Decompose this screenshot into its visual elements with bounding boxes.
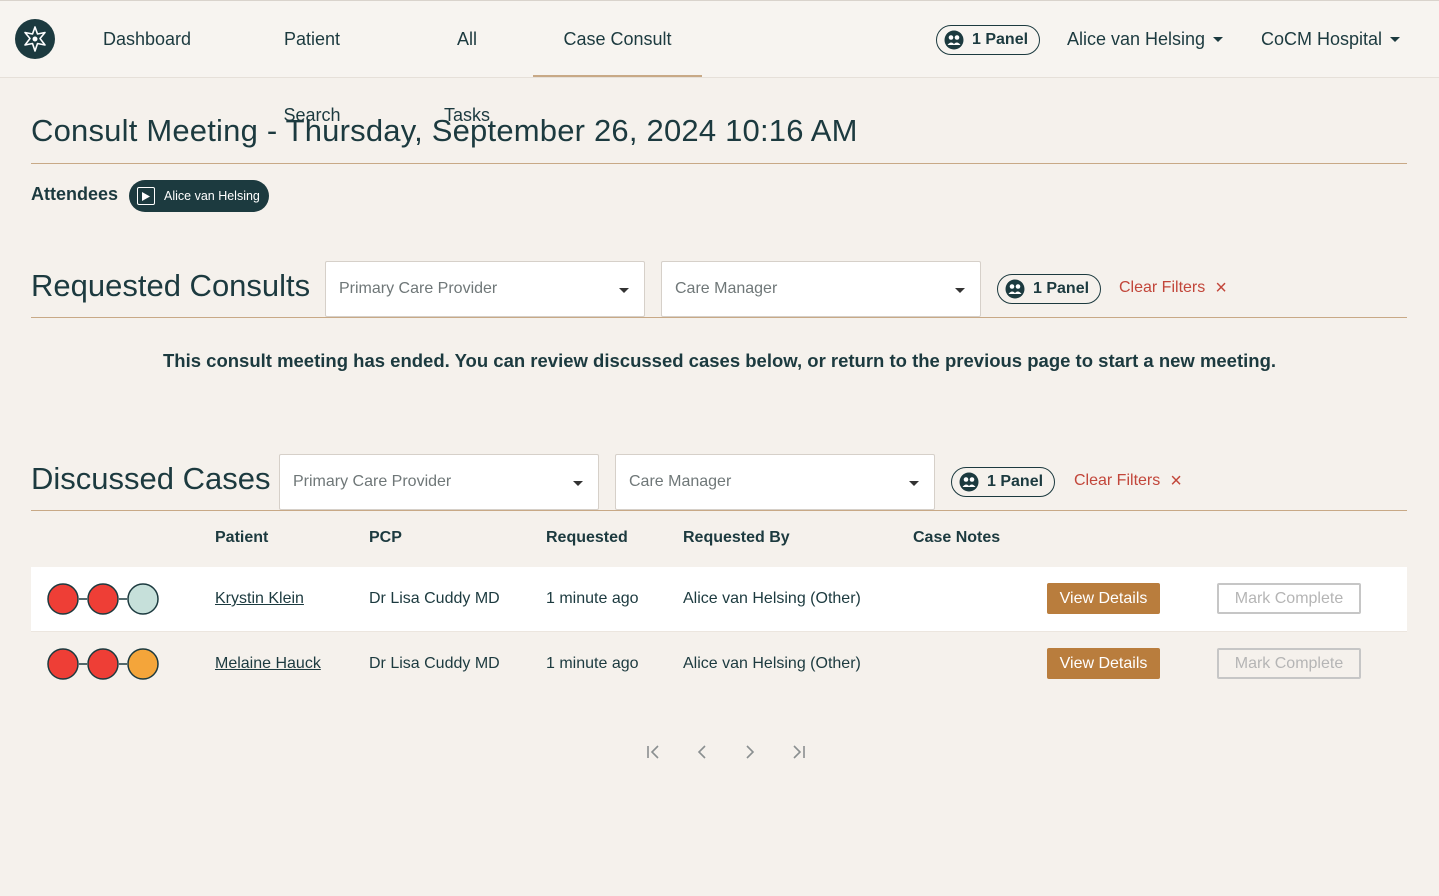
- requested-clear-filters-button[interactable]: Clear Filters ×: [1119, 277, 1227, 299]
- column-header-patient[interactable]: Patient: [215, 529, 268, 547]
- requested-time: 1 minute ago: [546, 655, 639, 672]
- requested-care-manager-select[interactable]: Care Manager: [661, 261, 981, 317]
- nav-all-tasks[interactable]: All Tasks: [433, 1, 501, 125]
- requested-by: Alice van Helsing (Other): [683, 590, 861, 607]
- view-details-button[interactable]: View Details: [1047, 648, 1160, 679]
- chevron-down-icon: [573, 481, 583, 486]
- clear-filters-label: Clear Filters: [1074, 472, 1161, 489]
- title-divider: [31, 163, 1407, 164]
- pagination: [630, 738, 822, 766]
- close-icon: ×: [1215, 277, 1227, 299]
- last-page-button[interactable]: [774, 738, 822, 766]
- top-navigation-bar: Dashboard Patient Search All Tasks Case …: [0, 0, 1439, 125]
- discussed-pcp-select[interactable]: Primary Care Provider: [279, 454, 599, 510]
- panel-selector-button[interactable]: 1 Panel: [936, 25, 1041, 55]
- next-page-button[interactable]: [726, 738, 774, 766]
- discussed-care-manager-select[interactable]: Care Manager: [615, 454, 935, 510]
- nav-case-consult[interactable]: Case Consult: [533, 1, 702, 77]
- chevron-down-icon: [619, 288, 629, 293]
- discussed-panel-label: 1 Panel: [987, 473, 1044, 490]
- meeting-ended-message: This consult meeting has ended. You can …: [162, 350, 1277, 371]
- clear-filters-label: Clear Filters: [1119, 279, 1206, 296]
- page-title: Consult Meeting - Thursday, September 26…: [31, 113, 858, 148]
- chevron-down-icon: [1390, 36, 1401, 42]
- nav-patient-search[interactable]: Patient Search: [255, 1, 369, 125]
- pcp-name: Dr Lisa Cuddy MD: [369, 590, 500, 607]
- discussed-cases-title: Discussed Cases: [31, 461, 271, 496]
- requested-care-manager-placeholder: Care Manager: [675, 280, 778, 297]
- people-group-icon: [1005, 279, 1025, 299]
- requested-pcp-select[interactable]: Primary Care Provider: [325, 261, 645, 317]
- attendee-chip[interactable]: Alice van Helsing: [129, 180, 269, 212]
- close-icon: ×: [1170, 470, 1182, 492]
- first-page-button[interactable]: [630, 738, 678, 766]
- organization-name: CoCM Hospital: [1261, 29, 1383, 49]
- chevron-right-icon: [746, 745, 755, 759]
- video-play-icon: [137, 187, 155, 205]
- requested-consults-title: Requested Consults: [31, 268, 311, 303]
- chevron-down-icon: [1213, 36, 1224, 42]
- mark-complete-button[interactable]: Mark Complete: [1217, 648, 1361, 679]
- discussed-care-manager-placeholder: Care Manager: [629, 473, 732, 490]
- requested-time: 1 minute ago: [546, 590, 639, 607]
- requested-pcp-placeholder: Primary Care Provider: [339, 280, 498, 297]
- people-group-icon: [959, 472, 979, 492]
- column-header-requested[interactable]: Requested: [546, 529, 628, 547]
- requested-panel-filter[interactable]: 1 Panel: [997, 274, 1102, 304]
- first-page-icon: [647, 745, 659, 759]
- last-page-icon: [793, 745, 805, 759]
- attendees-label: Attendees: [31, 184, 119, 204]
- table-row: Krystin Klein Dr Lisa Cuddy MD 1 minute …: [31, 567, 1407, 631]
- requested-divider: [31, 317, 1407, 318]
- discussed-clear-filters-button[interactable]: Clear Filters ×: [1074, 470, 1182, 492]
- app-logo-icon[interactable]: [15, 19, 55, 59]
- panel-selector-label: 1 Panel: [972, 31, 1029, 48]
- attendee-name: Alice van Helsing: [164, 189, 260, 203]
- previous-page-button[interactable]: [678, 738, 726, 766]
- nav-dashboard[interactable]: Dashboard: [103, 1, 191, 77]
- chevron-left-icon: [697, 745, 706, 759]
- column-header-case-notes[interactable]: Case Notes: [913, 529, 1000, 547]
- discussed-pcp-placeholder: Primary Care Provider: [293, 473, 452, 490]
- discussed-panel-filter[interactable]: 1 Panel: [951, 467, 1056, 497]
- column-header-requested-by[interactable]: Requested By: [683, 529, 790, 547]
- people-group-icon: [944, 30, 964, 50]
- status-indicator-icon: [47, 648, 159, 680]
- column-header-pcp[interactable]: PCP: [369, 529, 402, 547]
- user-name: Alice van Helsing: [1067, 29, 1206, 49]
- chevron-down-icon: [909, 481, 919, 486]
- requested-by: Alice van Helsing (Other): [683, 655, 861, 672]
- patient-name-link[interactable]: Krystin Klein: [215, 567, 304, 631]
- user-menu[interactable]: Alice van Helsing: [1067, 1, 1224, 77]
- patient-name-link[interactable]: Melaine Hauck: [215, 632, 321, 696]
- discussed-divider: [31, 510, 1407, 511]
- table-row: Melaine Hauck Dr Lisa Cuddy MD 1 minute …: [31, 632, 1407, 696]
- view-details-button[interactable]: View Details: [1047, 583, 1160, 614]
- pcp-name: Dr Lisa Cuddy MD: [369, 655, 500, 672]
- organization-menu[interactable]: CoCM Hospital: [1261, 1, 1401, 77]
- chevron-down-icon: [955, 288, 965, 293]
- status-indicator-icon: [47, 583, 159, 615]
- requested-panel-label: 1 Panel: [1033, 280, 1090, 297]
- mark-complete-button[interactable]: Mark Complete: [1217, 583, 1361, 614]
